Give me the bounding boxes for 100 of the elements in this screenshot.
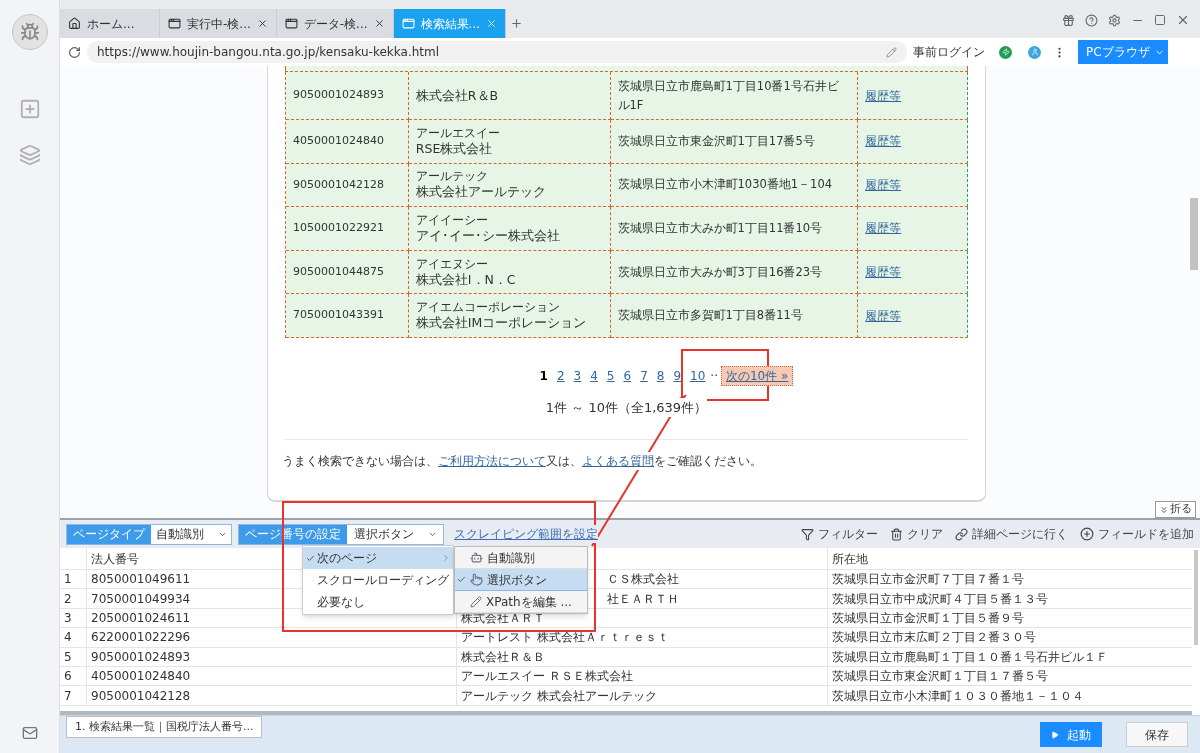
table-cell: 6220001022296 — [87, 628, 457, 647]
link-icon — [955, 527, 968, 541]
address-field[interactable]: https://www.houjin-bangou.nta.go.jp/kensaku-kekka.html — [87, 41, 907, 63]
table-cell-text: 茨城県日立市末広町２丁目２番３０号 — [831, 629, 1037, 647]
help-link[interactable]: ご利用方法について — [438, 454, 546, 469]
window-icon — [401, 17, 415, 30]
table-cell: 4050001024840 — [286, 120, 409, 164]
row-number: 3 — [60, 608, 87, 628]
close-icon[interactable] — [256, 18, 268, 29]
collapse-button[interactable]: 折る — [1155, 501, 1196, 518]
history-link[interactable]: 履歴等 — [865, 306, 902, 325]
browser-mode-button[interactable]: PCブラウザ — [1078, 40, 1168, 64]
gift-icon[interactable] — [1062, 13, 1075, 27]
bolt-icon[interactable] — [999, 45, 1012, 59]
help-icon[interactable] — [1085, 13, 1098, 27]
chevrons-icon — [1159, 504, 1169, 515]
kana-text: アイイーシー — [415, 213, 489, 227]
robot-icon — [470, 551, 483, 564]
toolbar-action[interactable]: 詳細ページに行く — [955, 525, 1068, 543]
menu-item[interactable]: 次のページ — [303, 547, 453, 569]
menu-item[interactable]: 選択ボタン — [455, 569, 587, 591]
row-number: 5 — [60, 647, 87, 666]
row-number: 6 — [60, 666, 87, 686]
history-link[interactable]: 履歴等 — [865, 86, 902, 105]
task-tab[interactable]: 1. 検索結果一覧｜国税庁法人番号... — [66, 716, 263, 738]
page-link[interactable]: 10 — [690, 366, 706, 385]
plus-icon — [1080, 527, 1094, 541]
help-link[interactable]: よくある質問 — [582, 454, 654, 469]
home-icon — [68, 17, 81, 30]
table-cell-text: ＣＳ株式会社 — [607, 571, 679, 589]
page-link[interactable]: 3 — [573, 366, 582, 385]
table-cell-text: 茨城県日立市中成沢町４丁目５番１３号 — [831, 590, 1049, 608]
row-number: 1 — [60, 570, 87, 589]
pencil-icon — [470, 595, 482, 608]
close-icon[interactable] — [373, 18, 385, 29]
table-cell-text: 茨城県日立市小木津町１０３０番地１－１０４ — [831, 687, 1085, 705]
page-link[interactable]: 7 — [640, 366, 648, 385]
maximize-icon[interactable] — [1154, 14, 1166, 26]
page-link[interactable]: 5 — [606, 366, 615, 385]
table-cell-text: 茨城県日立市東金沢町１丁目１７番５号 — [831, 668, 1049, 686]
table-cell: 7050001043391 — [286, 294, 409, 338]
browser-tab[interactable]: データ-検... — [276, 9, 394, 38]
table-cell-text: 株式会社Ｒ＆Ｂ — [461, 648, 545, 666]
scrollbar-thumb[interactable] — [1194, 550, 1198, 645]
history-link[interactable]: 履歴等 — [865, 175, 902, 194]
history-link[interactable]: 履歴等 — [865, 263, 902, 282]
table-cell-text: アールエスイー ＲＳＥ株式会社 — [461, 668, 633, 686]
page-link[interactable]: 2 — [556, 366, 565, 385]
history-link[interactable]: 履歴等 — [865, 219, 902, 238]
menu-item[interactable]: スクロールローディング — [303, 569, 453, 591]
reload-icon[interactable] — [68, 45, 81, 59]
page-link[interactable]: 8 — [656, 366, 665, 385]
table-cell-text: 茨城県日立市金沢町１丁目５番９号 — [831, 609, 1025, 627]
page-link[interactable]: 9 — [673, 366, 682, 385]
table-cell-text: アートレスト 株式会社Ａｒｔｒｅｓｔ — [461, 629, 669, 647]
browser-tab[interactable]: ホーム... — [60, 9, 160, 38]
result-count: 1件 ～ 10件（全1,639件） — [545, 397, 708, 418]
kana-text: アイエヌシー — [415, 256, 489, 271]
edit-icon[interactable] — [886, 46, 897, 58]
table-cell-text: 茨城県日立市鹿島町１丁目１０番１号石井ビル１Ｆ — [831, 648, 1109, 666]
history-link[interactable]: 履歴等 — [865, 132, 902, 151]
browser-tab[interactable]: 実行中-検... — [160, 9, 277, 38]
table-cell: 1050001022921 — [286, 207, 409, 251]
trash-icon — [890, 527, 903, 541]
login-link[interactable]: 事前ログイン — [913, 43, 985, 61]
start-button[interactable]: 起動 — [1040, 722, 1102, 747]
scrape-range-link[interactable]: スクレイピング範囲を設定 — [454, 525, 598, 543]
settings-icon[interactable] — [1108, 13, 1121, 27]
user-icon[interactable] — [1028, 45, 1041, 59]
filter-icon — [801, 527, 814, 541]
page-link[interactable]: 6 — [623, 366, 632, 385]
column-header: 所在地 — [831, 550, 869, 568]
page-link[interactable]: 4 — [590, 366, 598, 385]
table-cell: 茨城県日立市東金沢町1丁目17番5号 — [610, 120, 859, 164]
table-cell: 9050001042128 — [87, 686, 457, 705]
table-cell: 茨城県日立市大みか町1丁目11番10号 — [610, 207, 859, 251]
close-icon[interactable] — [1176, 13, 1190, 27]
company-name: アイ･イー･シー株式会社 — [415, 227, 561, 244]
menu-item[interactable]: XPathを編集 ... — [455, 591, 587, 613]
row-number: 2 — [60, 589, 87, 608]
page-link[interactable]: 1 — [539, 366, 548, 385]
toolbar-action[interactable]: フィールドを追加 — [1080, 525, 1194, 543]
company-name: 株式会社R＆B — [415, 87, 500, 104]
mail-icon[interactable] — [21, 725, 38, 741]
logo-icon[interactable] — [11, 14, 48, 50]
scrollbar-thumb[interactable] — [1190, 198, 1198, 270]
toolbar-action[interactable]: フィルター — [801, 525, 878, 543]
row-number: 7 — [60, 686, 87, 705]
company-name: 株式会社アールテック — [415, 183, 547, 201]
hand-icon — [470, 573, 483, 586]
table-cell-text: 茨城県日立市金沢町７丁目７番１号 — [831, 571, 1025, 589]
toolbar-action[interactable]: クリア — [890, 525, 943, 543]
company-name: RSE株式会社 — [415, 139, 494, 157]
ellipsis-text: ·· — [710, 367, 718, 385]
next-page-link[interactable]: 次の10件 » — [721, 365, 794, 386]
save-button[interactable]: 保存 — [1126, 722, 1188, 747]
kana-text: アイエムコーポレーション — [415, 300, 561, 315]
new-tab-icon[interactable] — [510, 17, 523, 30]
play-icon — [1051, 730, 1059, 739]
table-cell-text: アールテック 株式会社アールテック — [461, 687, 657, 705]
